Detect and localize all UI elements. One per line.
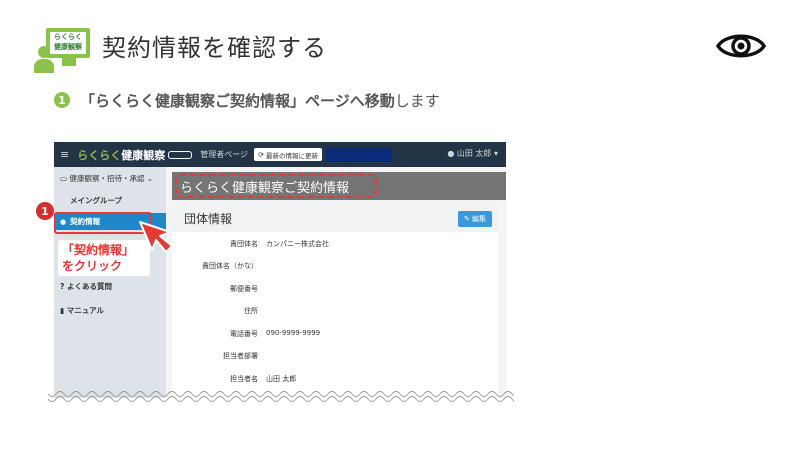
brand-raku: らくらく [77,148,122,162]
chevron-down-icon: ⌄ [146,174,154,183]
info-row: 担当者部署 [172,351,498,363]
sidebar-item-main-group[interactable]: メイングループ [70,195,122,206]
row-value: 090-9999-9999 [266,329,321,337]
caret-down-icon: ▾ [493,149,498,158]
step-text-bold: 「らくらく健康観察ご契約情報」ページへ移動 [80,91,395,110]
row-label: 責団体名（かな） [202,262,258,270]
row-label: 担当者名 [230,375,258,383]
eye-icon [716,34,766,58]
info-row: 担当者名 山田 太郎 [172,374,498,386]
info-row: 郵便番号 [172,284,498,296]
panel-header: 団体情報 ✎ 編集 [172,204,498,232]
edit-icon: ✎ [463,215,470,223]
row-label: 担当者部署 [223,352,258,360]
row-label: 住所 [244,307,258,315]
question-icon: ? [60,282,65,291]
callout-line1: 「契約情報」 [62,243,135,257]
user-menu[interactable]: ● 山田 太郎 ▾ [447,148,498,159]
admin-page-label: 管理者ページ [200,150,249,159]
callout-line2: をクリック [62,259,123,273]
edit-button[interactable]: ✎ 編集 [458,211,492,227]
refresh-button[interactable]: ⟳ 最新の情報に更新 [254,148,322,161]
brand-logo[interactable]: らくらく健康観察 [77,147,165,163]
step-instruction: 1 「らくらく健康観察ご契約情報」ページへ移動します [54,90,440,110]
sidebar-item-health-observation[interactable]: ▭ 健康観察・招待・承認 ⌄ [60,173,153,184]
sidebar-group-label: 健康観察・招待・承認 [69,174,145,183]
pointer-arrow-icon [139,221,173,253]
user-icon: ● [447,149,455,158]
hamburger-menu-icon[interactable]: ≡ [60,148,69,161]
sidebar: ▭ 健康観察・招待・承認 ⌄ メイングループ ●契約情報 編集 編集 ? よくあ… [54,167,166,398]
refresh-icon: ⟳ [258,150,264,159]
highlight-dashed-box [175,174,377,198]
sidebar-item-label: よくある質問 [66,282,112,291]
sidebar-item-label: マニュアル [66,306,105,315]
panel-title: 団体情報 [184,212,233,226]
info-row: 責団体名（かな） [172,261,498,273]
calendar-icon: ▭ [60,174,68,183]
logo-text: らくらく 健康観察 [50,32,86,54]
row-label: 郵便番号 [230,285,258,293]
monitor-icon: らくらく 健康観察 [46,28,90,58]
row-label: 電話番号 [230,330,258,338]
torn-edge [48,391,514,402]
thermometer-icon [168,150,193,159]
app-logo: らくらく 健康観察 [34,28,92,74]
sidebar-item-faq[interactable]: ? よくある質問 [60,281,112,292]
user-name: 山田 太郎 [456,149,492,158]
row-value: カンパニー株式会社 [266,240,329,248]
sidebar-item-manual[interactable]: ▮ マニュアル [60,305,104,316]
group-info-panel: 団体情報 ✎ 編集 責団体名 カンパニー株式会社 責団体名（かな） 郵便番号 住所… [172,204,498,398]
top-navbar: ≡ らくらく健康観察 管理者ページ ⟳ 最新の情報に更新 ● 山田 太郎 ▾ [54,142,506,167]
info-row: 責団体名 カンパニー株式会社 [172,239,498,251]
info-row: 住所 [172,306,498,318]
step-text-rest: します [394,91,440,110]
edit-button-label: 編集 [472,215,487,223]
callout-number-badge: 1 [36,202,54,220]
refresh-button-label: 最新の情報に更新 [265,151,318,160]
person-icon [38,46,50,58]
redacted-block [325,147,392,162]
info-row: 電話番号 090-9999-9999 [172,329,498,341]
step-number-badge: 1 [54,92,70,108]
slide-title: 契約情報を確認する [102,34,327,62]
row-label: 責団体名 [230,240,258,248]
book-icon: ▮ [60,306,65,315]
row-value: 山田 太郎 [266,375,297,383]
brand-kenko: 健康観察 [121,148,166,162]
